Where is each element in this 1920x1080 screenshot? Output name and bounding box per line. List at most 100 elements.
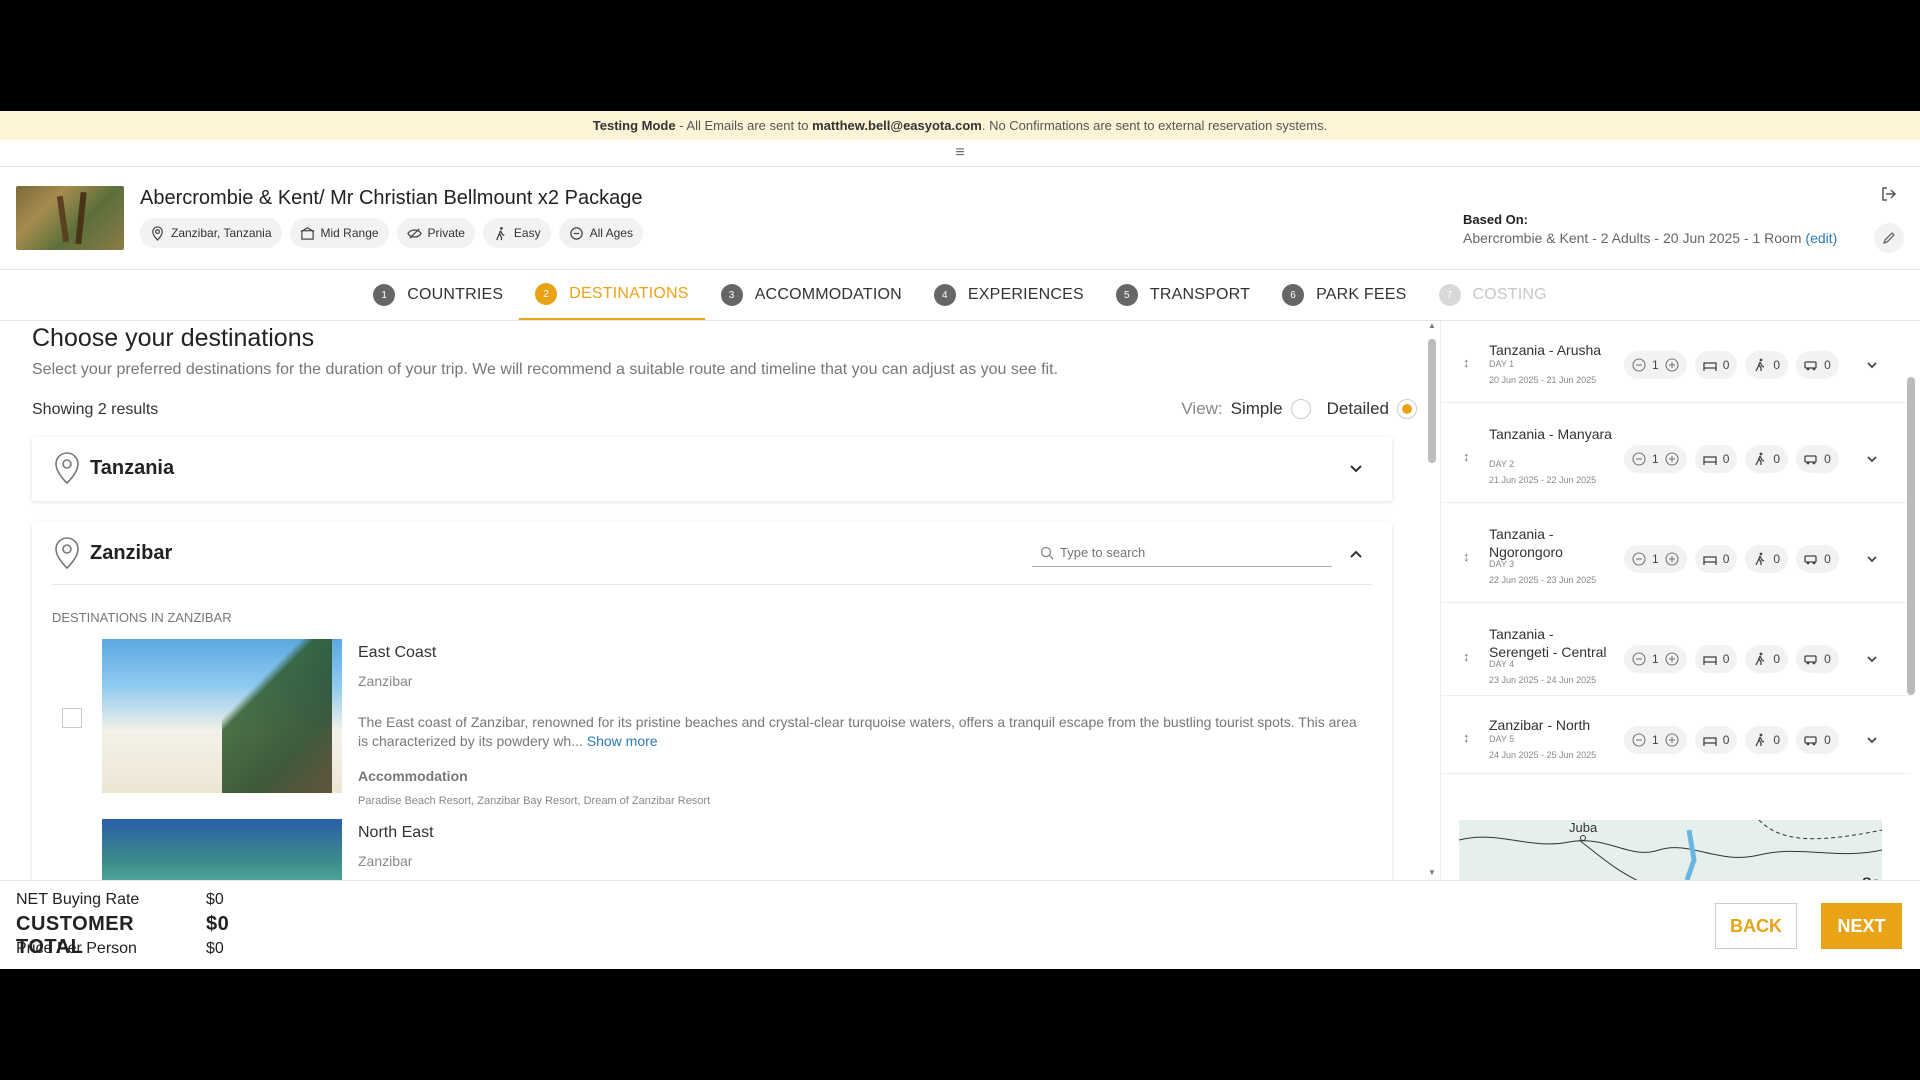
chevron-up-icon[interactable] bbox=[1348, 546, 1364, 562]
day-number: DAY 3 bbox=[1489, 559, 1515, 569]
chevron-down-icon[interactable] bbox=[1348, 461, 1364, 477]
edit-button[interactable] bbox=[1874, 223, 1904, 253]
bed-icon bbox=[1703, 362, 1717, 371]
drag-handle-icon[interactable]: ↕ bbox=[1463, 649, 1470, 664]
tab-transport[interactable]: 5 TRANSPORT bbox=[1100, 270, 1266, 320]
plus-circle-icon[interactable] bbox=[1665, 733, 1679, 747]
itinerary-day[interactable]: ↕ Tanzania - Ngorongoro DAY 3 22 Jun 2025 -… bbox=[1441, 503, 1911, 603]
hiking-icon bbox=[1755, 552, 1765, 566]
destination-search[interactable] bbox=[1032, 539, 1332, 567]
itinerary-day[interactable]: ↕ Tanzania - Manyara DAY 2 21 Jun 2025 - 22… bbox=[1441, 403, 1911, 503]
plus-circle-icon[interactable] bbox=[1665, 552, 1679, 566]
drag-handle-icon[interactable]: ↕ bbox=[1463, 549, 1470, 564]
based-on-label: Based On: bbox=[1463, 212, 1529, 227]
plus-circle-icon[interactable] bbox=[1665, 358, 1679, 372]
activities-count[interactable]: 0 bbox=[1745, 545, 1789, 573]
vehicles-count[interactable]: 0 bbox=[1796, 726, 1839, 754]
package-thumbnail bbox=[16, 186, 124, 250]
vehicles-count[interactable]: 0 bbox=[1796, 351, 1839, 379]
step-label: PARK FEES bbox=[1316, 286, 1407, 303]
hamburger-icon[interactable]: ≡ bbox=[955, 144, 964, 162]
step-label: COSTING bbox=[1472, 286, 1547, 303]
destinations-header: DESTINATIONS IN ZANZIBAR bbox=[52, 610, 232, 625]
plus-circle-icon[interactable] bbox=[1665, 452, 1679, 466]
rooms-count[interactable]: 0 bbox=[1694, 726, 1738, 754]
back-button[interactable]: BACK bbox=[1715, 903, 1797, 949]
chevron-down-icon[interactable] bbox=[1865, 452, 1879, 466]
chip-privacy: Private bbox=[396, 218, 475, 248]
hotel-icon bbox=[300, 226, 314, 240]
drag-handle-icon[interactable]: ↕ bbox=[1463, 730, 1470, 745]
country-title: Tanzania bbox=[90, 457, 175, 479]
itinerary-scrollbar[interactable] bbox=[1905, 321, 1917, 880]
chevron-down-icon[interactable] bbox=[1865, 552, 1879, 566]
activities-value: 0 bbox=[1773, 552, 1781, 566]
view-simple-radio[interactable] bbox=[1290, 399, 1311, 419]
drag-handle-icon[interactable]: ↕ bbox=[1463, 449, 1470, 464]
activities-count[interactable]: 0 bbox=[1745, 445, 1789, 473]
itinerary-day[interactable]: ↕ Tanzania - Arusha DAY 1 20 Jun 2025 - 21 … bbox=[1441, 321, 1911, 403]
scrollbar-thumb[interactable] bbox=[1428, 339, 1436, 463]
show-more-link[interactable]: Show more bbox=[587, 733, 658, 749]
country-group-tanzania[interactable]: Tanzania bbox=[32, 437, 1392, 501]
bed-icon bbox=[1703, 737, 1717, 746]
view-detailed-radio[interactable] bbox=[1397, 399, 1417, 419]
view-toggle: View: Simple Detailed bbox=[1181, 399, 1425, 419]
bed-icon bbox=[1703, 556, 1717, 565]
rooms-count[interactable]: 0 bbox=[1694, 351, 1738, 379]
drag-handle-icon[interactable]: ↕ bbox=[1463, 355, 1470, 370]
tab-accommodation[interactable]: 3 ACCOMMODATION bbox=[705, 270, 918, 320]
price-per-person-label: Price Per Person bbox=[16, 940, 137, 957]
rooms-count[interactable]: 0 bbox=[1694, 445, 1738, 473]
vehicles-count[interactable]: 0 bbox=[1796, 545, 1839, 573]
destination-checkbox[interactable] bbox=[62, 708, 82, 728]
rooms-count[interactable]: 0 bbox=[1694, 545, 1738, 573]
scrollbar-thumb[interactable] bbox=[1907, 377, 1915, 695]
rooms-value: 0 bbox=[1722, 552, 1730, 566]
main-scrollbar[interactable]: ▲ ▼ bbox=[1426, 321, 1438, 880]
minus-circle-icon[interactable] bbox=[1632, 358, 1646, 372]
pencil-icon[interactable] bbox=[1882, 231, 1896, 245]
activities-count[interactable]: 0 bbox=[1745, 726, 1789, 754]
minus-circle-icon[interactable] bbox=[1632, 652, 1646, 666]
hiking-icon bbox=[1755, 452, 1765, 466]
tab-experiences[interactable]: 4 EXPERIENCES bbox=[918, 270, 1100, 320]
tab-park-fees[interactable]: 6 PARK FEES bbox=[1266, 270, 1422, 320]
location-pin-icon bbox=[55, 452, 79, 485]
plus-circle-icon[interactable] bbox=[1665, 652, 1679, 666]
tab-destinations[interactable]: 2 DESTINATIONS bbox=[519, 270, 705, 320]
step-number: 5 bbox=[1115, 284, 1138, 306]
activities-count[interactable]: 0 bbox=[1745, 351, 1789, 379]
hiking-icon bbox=[1755, 358, 1765, 372]
chevron-down-icon[interactable] bbox=[1865, 733, 1879, 747]
logout-icon[interactable] bbox=[1880, 185, 1898, 203]
chip-activity: Easy bbox=[482, 218, 551, 248]
next-button[interactable]: NEXT bbox=[1821, 903, 1902, 949]
rooms-count[interactable]: 0 bbox=[1694, 645, 1738, 673]
bed-icon bbox=[1703, 456, 1717, 465]
chevron-down-icon[interactable] bbox=[1865, 358, 1879, 372]
scroll-down-icon[interactable]: ▼ bbox=[1428, 868, 1436, 877]
hiking-icon bbox=[1755, 652, 1765, 666]
itinerary-day[interactable]: ↕ Zanzibar - North DAY 5 24 Jun 2025 - 25 J… bbox=[1441, 696, 1911, 774]
search-input[interactable] bbox=[1060, 545, 1320, 560]
step-label: COUNTRIES bbox=[407, 286, 504, 303]
chevron-down-icon[interactable] bbox=[1865, 652, 1879, 666]
activities-value: 0 bbox=[1773, 452, 1781, 466]
itinerary-day[interactable]: ↕ Tanzania - Serengeti - Central DAY 4 23 J… bbox=[1441, 603, 1911, 696]
activities-count[interactable]: 0 bbox=[1745, 645, 1789, 673]
vehicles-count[interactable]: 0 bbox=[1796, 645, 1839, 673]
minus-circle-icon[interactable] bbox=[1632, 552, 1646, 566]
menu-toggle[interactable]: ≡ bbox=[0, 140, 1920, 167]
edit-link[interactable]: (edit) bbox=[1805, 230, 1837, 246]
vehicles-count[interactable]: 0 bbox=[1796, 445, 1839, 473]
minus-circle-icon[interactable] bbox=[1632, 452, 1646, 466]
banner-email: matthew.bell@easyota.com bbox=[812, 118, 982, 133]
tab-countries[interactable]: 1 COUNTRIES bbox=[357, 270, 519, 320]
accommodation-list: Paradise Beach Resort, Zanzibar Bay Reso… bbox=[358, 795, 711, 807]
scroll-up-icon[interactable]: ▲ bbox=[1428, 321, 1436, 330]
minus-circle-icon[interactable] bbox=[1632, 733, 1646, 747]
chip-ages-label: All Ages bbox=[589, 226, 633, 240]
day-dates: 23 Jun 2025 - 24 Jun 2025 bbox=[1489, 675, 1597, 685]
route-map[interactable]: JubaSo bbox=[1459, 820, 1882, 880]
